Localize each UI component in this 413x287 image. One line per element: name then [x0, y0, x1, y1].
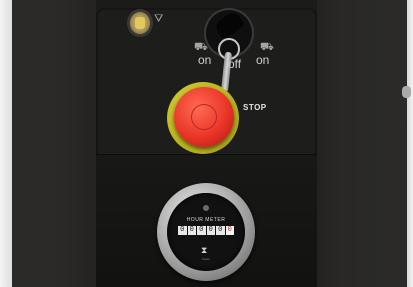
digit-4: 0 — [206, 226, 215, 235]
hourglass-icon: ⧗ — [201, 245, 208, 255]
hour-meter-digits: 0 0 0 0 0 0 — [178, 226, 234, 235]
lamp-symbol-icon: ⛛ — [154, 13, 164, 25]
digit-6: 0 — [225, 226, 234, 235]
right-wall — [317, 0, 413, 287]
meter-small-text: hours — [202, 257, 210, 261]
indicator-lamp — [130, 12, 150, 34]
hour-meter-face: HOUR METER 0 0 0 0 0 0 ⧗ hours — [167, 193, 245, 271]
stop-label: STOP — [243, 103, 267, 112]
side-bolt — [402, 86, 411, 98]
left-white-edge — [0, 0, 12, 287]
hour-meter: HOUR METER 0 0 0 0 0 0 ⧗ hours — [157, 183, 255, 281]
digit-2: 0 — [187, 226, 196, 235]
lamp-glass — [135, 17, 145, 29]
digit-3: 0 — [197, 226, 206, 235]
digit-5: 0 — [216, 226, 225, 235]
engine-symbol-left-icon: ⛟ — [194, 41, 208, 53]
hour-meter-label: HOUR METER — [186, 217, 226, 223]
switch-label-on-left: on — [198, 53, 212, 67]
switch-label-off: off — [228, 57, 242, 71]
emergency-stop-button[interactable] — [174, 87, 234, 147]
right-white-edge — [407, 0, 413, 287]
stop-button-ring — [191, 104, 217, 130]
engine-symbol-right-icon: ⛟ — [260, 41, 274, 53]
digit-1: 0 — [178, 226, 187, 235]
control-panel: ⛛ ⛟ ⛟ on off on STOP HOUR METER 0 0 0 0 … — [96, 8, 317, 287]
switch-label-on-right: on — [256, 53, 270, 67]
left-wall — [0, 0, 96, 287]
meter-top-dot — [203, 205, 209, 211]
